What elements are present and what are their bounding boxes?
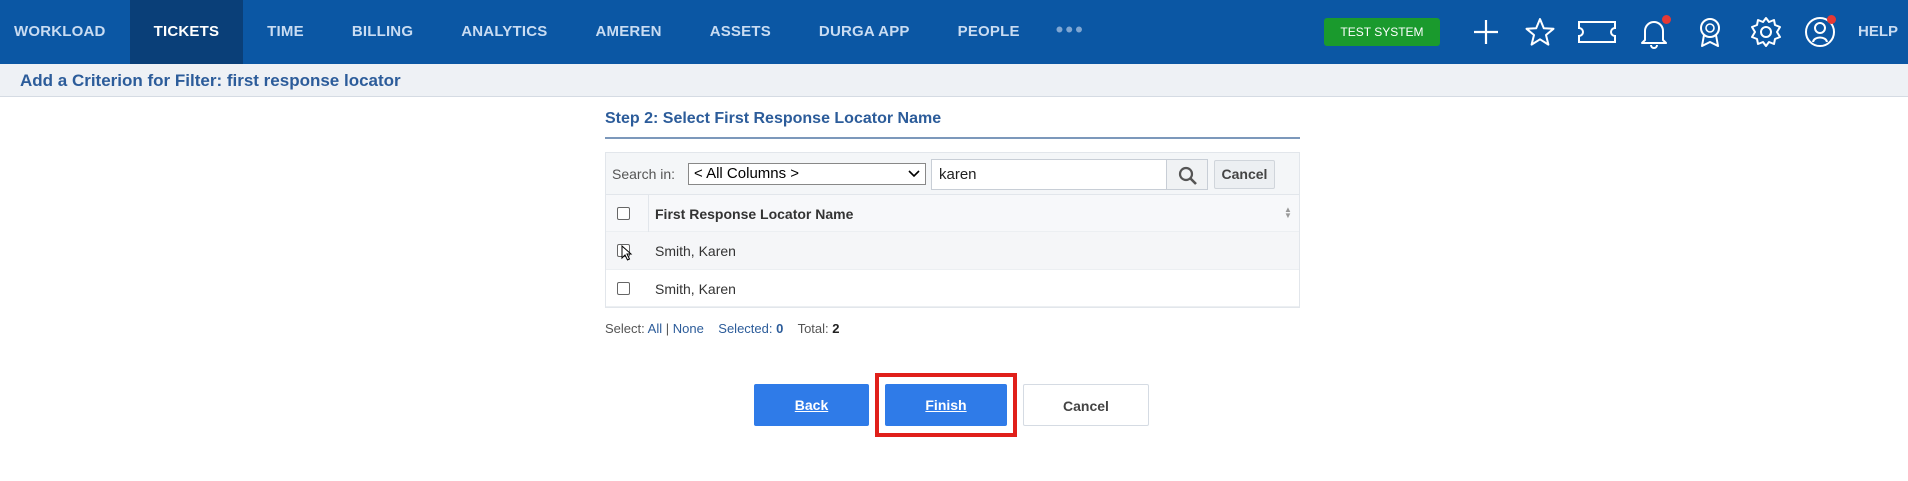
- award-icon[interactable]: [1692, 14, 1728, 50]
- plus-icon[interactable]: [1468, 14, 1504, 50]
- nav-item-workload[interactable]: WORKLOAD: [0, 0, 130, 64]
- search-in-label: Search in:: [612, 166, 676, 182]
- selection-summary: Select: All | None Selected: 0 Total: 2: [605, 321, 840, 336]
- finish-highlight-box: [875, 373, 1017, 437]
- notification-dot: [1827, 15, 1836, 24]
- nav-menu: WORKLOAD TICKETS TIME BILLING ANALYTICS …: [0, 0, 1097, 64]
- ticket-icon[interactable]: [1576, 14, 1618, 50]
- column-select[interactable]: < All Columns >: [688, 163, 926, 185]
- locator-name-cell: Smith, Karen: [655, 281, 736, 297]
- step-divider: [605, 137, 1300, 139]
- locator-grid: Search in: < All Columns > karen Cancel …: [605, 152, 1300, 308]
- sort-icon[interactable]: ▲ ▼: [1284, 206, 1292, 220]
- table-header-row: First Response Locator Name ▲ ▼: [606, 195, 1299, 232]
- search-icon: [1178, 166, 1197, 185]
- search-input[interactable]: karen: [931, 159, 1167, 190]
- notification-dot: [1662, 15, 1671, 24]
- select-none-link[interactable]: None: [673, 321, 704, 336]
- cancel-button[interactable]: Cancel: [1023, 384, 1149, 426]
- nav-item-time[interactable]: TIME: [243, 0, 328, 64]
- select-all-link[interactable]: All: [648, 321, 662, 336]
- nav-item-people[interactable]: PEOPLE: [934, 0, 1044, 64]
- back-button[interactable]: Back: [754, 384, 869, 426]
- gear-icon[interactable]: [1748, 14, 1784, 50]
- nav-item-durga-app[interactable]: DURGA APP: [795, 0, 934, 64]
- star-icon[interactable]: [1522, 14, 1558, 50]
- search-cancel-button[interactable]: Cancel: [1214, 160, 1275, 189]
- search-button[interactable]: [1166, 159, 1208, 190]
- select-label: Select:: [605, 321, 645, 336]
- locator-name-cell: Smith, Karen: [655, 243, 736, 259]
- nav-more-button[interactable]: •••: [1044, 0, 1097, 64]
- select-separator: |: [665, 321, 670, 336]
- help-link[interactable]: HELP: [1858, 0, 1898, 64]
- select-all-checkbox[interactable]: [617, 207, 630, 220]
- table-row[interactable]: Smith, Karen: [606, 270, 1299, 307]
- nav-item-billing[interactable]: BILLING: [328, 0, 437, 64]
- test-system-badge: TEST SYSTEM: [1324, 18, 1440, 46]
- column-divider: [648, 195, 649, 232]
- total-label: Total:: [797, 321, 829, 336]
- page-header: Add a Criterion for Filter: first respon…: [0, 64, 1908, 97]
- selected-label: Selected:: [718, 321, 773, 336]
- nav-item-ameren[interactable]: AMEREN: [571, 0, 685, 64]
- column-select-value: < All Columns >: [694, 165, 800, 182]
- column-header-locator-name[interactable]: First Response Locator Name: [655, 206, 853, 222]
- chevron-down-icon: [907, 165, 921, 189]
- row-checkbox[interactable]: [617, 282, 630, 295]
- total-count: 2: [832, 321, 840, 336]
- user-icon[interactable]: [1802, 14, 1838, 50]
- page-title: Add a Criterion for Filter: first respon…: [20, 71, 401, 90]
- selected-count: 0: [776, 321, 784, 336]
- nav-item-tickets[interactable]: TICKETS: [129, 0, 244, 64]
- step-title: Step 2: Select First Response Locator Na…: [605, 110, 942, 127]
- top-nav-bar: WORKLOAD TICKETS TIME BILLING ANALYTICS …: [0, 0, 1908, 64]
- table-row[interactable]: Smith, Karen: [606, 232, 1299, 270]
- mouse-cursor-icon: [621, 244, 633, 266]
- bell-icon[interactable]: [1636, 14, 1672, 50]
- nav-item-assets[interactable]: ASSETS: [686, 0, 795, 64]
- nav-item-analytics[interactable]: ANALYTICS: [437, 0, 571, 64]
- search-bar: Search in: < All Columns > karen Cancel: [606, 153, 1299, 195]
